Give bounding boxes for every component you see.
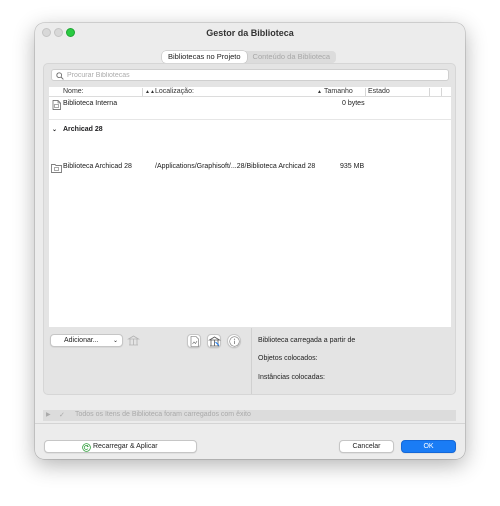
row-divider [49,119,451,120]
reload-apply-button[interactable]: Recarregar & Aplicar [44,440,197,453]
column-size[interactable]: Tamanho [324,88,353,95]
library-row[interactable]: Biblioteca Interna 0 bytes [49,99,451,110]
disclosure-triangle-icon[interactable]: ▶ [46,411,51,418]
library-size: 0 bytes [342,100,365,107]
status-message: Todos os Itens de Biblioteca foram carre… [75,411,251,418]
info-icon [229,336,240,347]
list-header: Nome: ▲▲ Localização: ▲ Tamanho Estado [49,87,451,97]
document-library-icon [52,100,61,110]
library-name: Biblioteca Interna [63,100,118,107]
column-name[interactable]: Nome: [63,88,84,95]
view-tabs: Bibliotecas no Projeto Conteúdo da Bibli… [162,51,337,63]
search-field[interactable] [51,69,449,81]
checkmark-icon: ✓ [59,412,65,419]
library-name: Biblioteca Archicad 28 [63,163,132,170]
library-info-button[interactable] [227,334,241,348]
library-manager-window: Gestor da Biblioteca Bibliotecas no Proj… [35,23,465,459]
library-row[interactable]: Biblioteca Archicad 28 /Applications/Gra… [49,162,451,173]
library-settings-icon [208,336,221,347]
footer-divider [35,423,465,424]
column-location[interactable]: Localização: [155,88,194,95]
add-button-label: Adicionar... [64,337,99,344]
library-size: 935 MB [340,163,365,170]
tab-library-contents[interactable]: Conteúdo da Biblioteca [247,51,337,63]
column-status[interactable]: Estado [368,88,390,95]
folder-library-icon [51,164,62,173]
cancel-button[interactable]: Cancelar [339,440,394,453]
group-label: Archicad 28 [63,126,103,133]
add-library-dropdown[interactable]: Adicionar... ⌄ [50,334,123,347]
library-location: /Applications/Graphisoft/...28/Bibliotec… [155,163,316,170]
remove-library-icon[interactable] [127,334,140,347]
tab-libraries-in-project[interactable]: Bibliotecas no Projeto [162,51,247,63]
search-icon [56,72,64,80]
sort-ascending-icon: ▲ [317,89,322,95]
document-report-icon [190,336,199,347]
instances-placed-label: Instâncias colocadas: [258,374,325,381]
reload-icon [82,443,91,452]
library-report-button[interactable] [187,334,201,348]
library-info-panel: Biblioteca carregada a partir de Objetos… [251,328,456,394]
window-title: Gestor da Biblioteca [206,28,294,38]
loaded-from-label: Biblioteca carregada a partir de [258,337,356,344]
search-input[interactable] [67,70,437,81]
library-list[interactable]: Nome: ▲▲ Localização: ▲ Tamanho Estado B… [49,87,451,327]
chevron-down-icon[interactable]: ⌄ [52,126,57,133]
status-bar: ▶ ✓ Todos os Itens de Biblioteca foram c… [43,410,456,421]
ok-button[interactable]: OK [401,440,456,453]
title-bar: Gestor da Biblioteca [35,23,465,43]
chevron-down-icon: ⌄ [112,338,118,344]
library-loading-settings-button[interactable] [207,334,221,348]
reload-label: Recarregar & Aplicar [93,443,158,450]
sort-indicator-icon: ▲▲ [145,89,155,95]
objects-placed-label: Objetos colocados: [258,355,318,362]
